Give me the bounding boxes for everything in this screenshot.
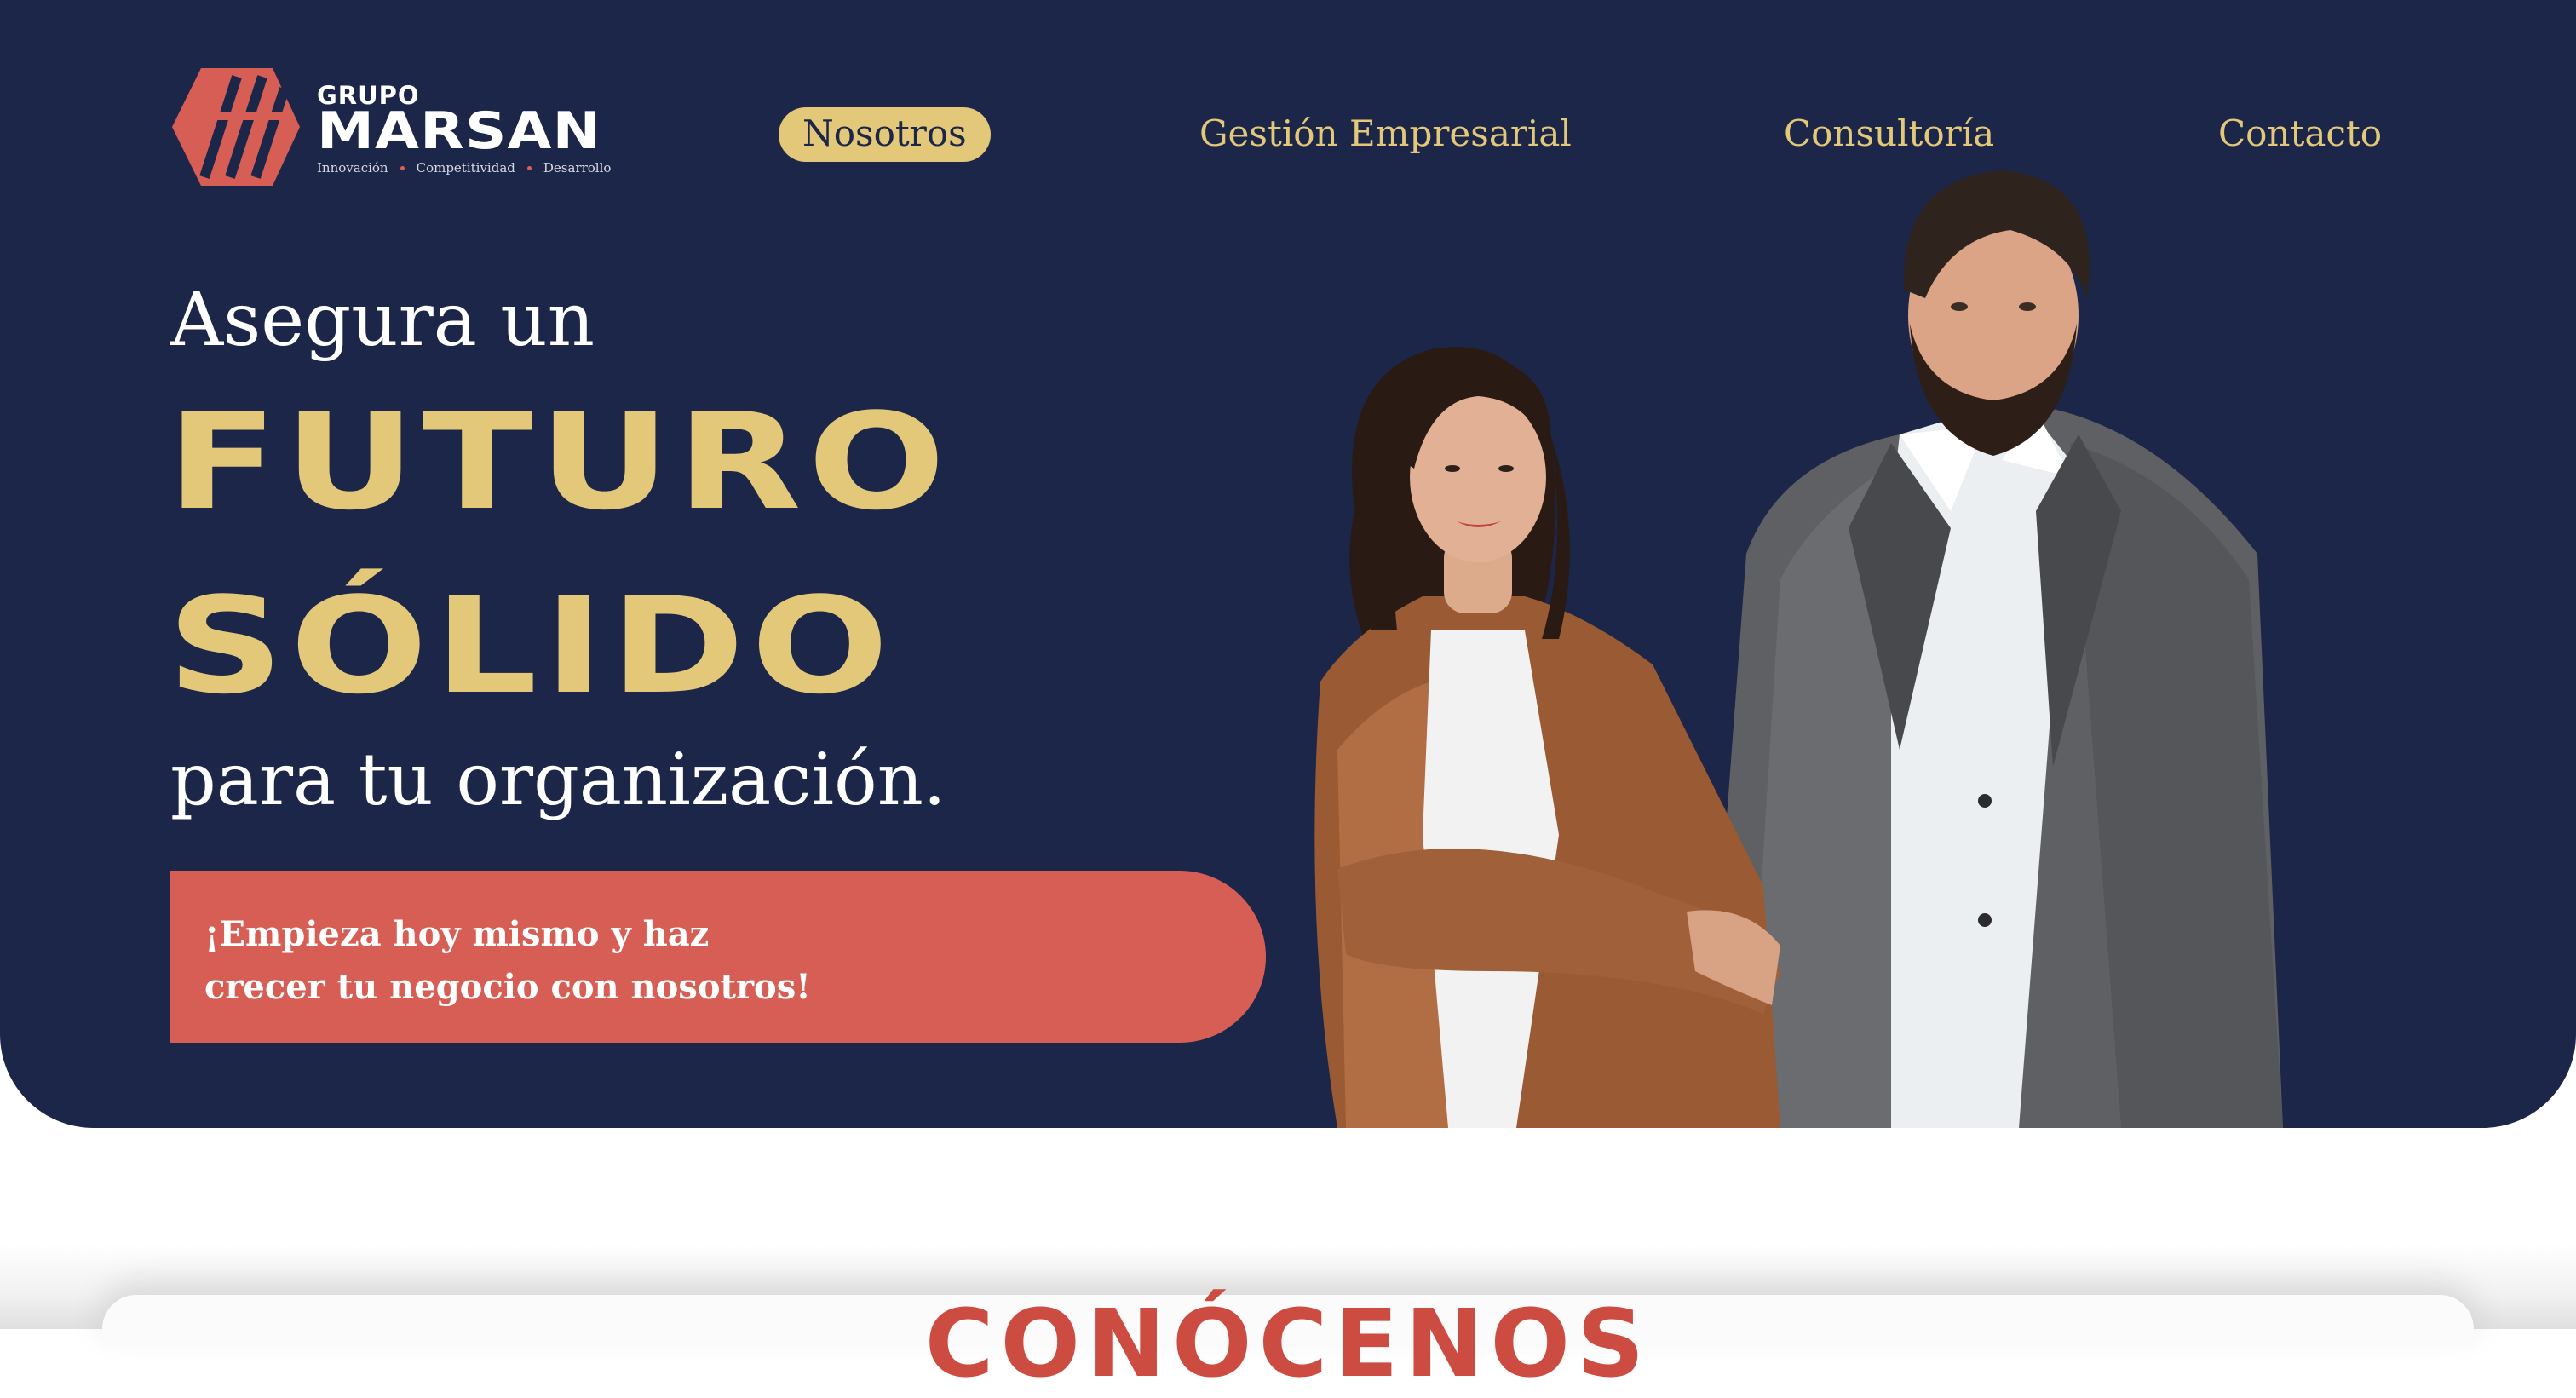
woman-figure [1314,347,1780,1128]
business-people-photo [1314,170,2283,1128]
hero-title-futuro: FUTURO [167,384,952,539]
hero-section: GRUPO MARSAN Innovación Competitividad D… [0,0,2576,1128]
nav-item-nosotros[interactable]: Nosotros [779,107,991,162]
logo-tag-competitividad: Competitividad [416,160,515,175]
hero-title-solido: SÓLIDO [167,568,895,723]
logo-dot-icon [400,165,405,170]
hero-pre-title: Asegura un [170,278,595,363]
cta-line-1: ¡Empieza hoy mismo y haz [204,914,710,954]
cta-line-2: crecer tu negocio con nosotros! [204,967,811,1007]
section-title-conocenos: CONÓCENOS [924,1289,1652,1398]
logo-dot-icon [526,165,532,170]
man-figure [1704,170,2283,1128]
cta-button[interactable]: ¡Empieza hoy mismo y haz crecer tu negoc… [170,871,1266,1043]
logo-tag-innovacion: Innovación [317,160,388,175]
hero-post-title: para tu organización. [170,738,946,821]
logo-tag-desarrollo: Desarrollo [543,160,612,175]
logo-tagline: Innovación Competitividad Desarrollo [317,160,624,175]
